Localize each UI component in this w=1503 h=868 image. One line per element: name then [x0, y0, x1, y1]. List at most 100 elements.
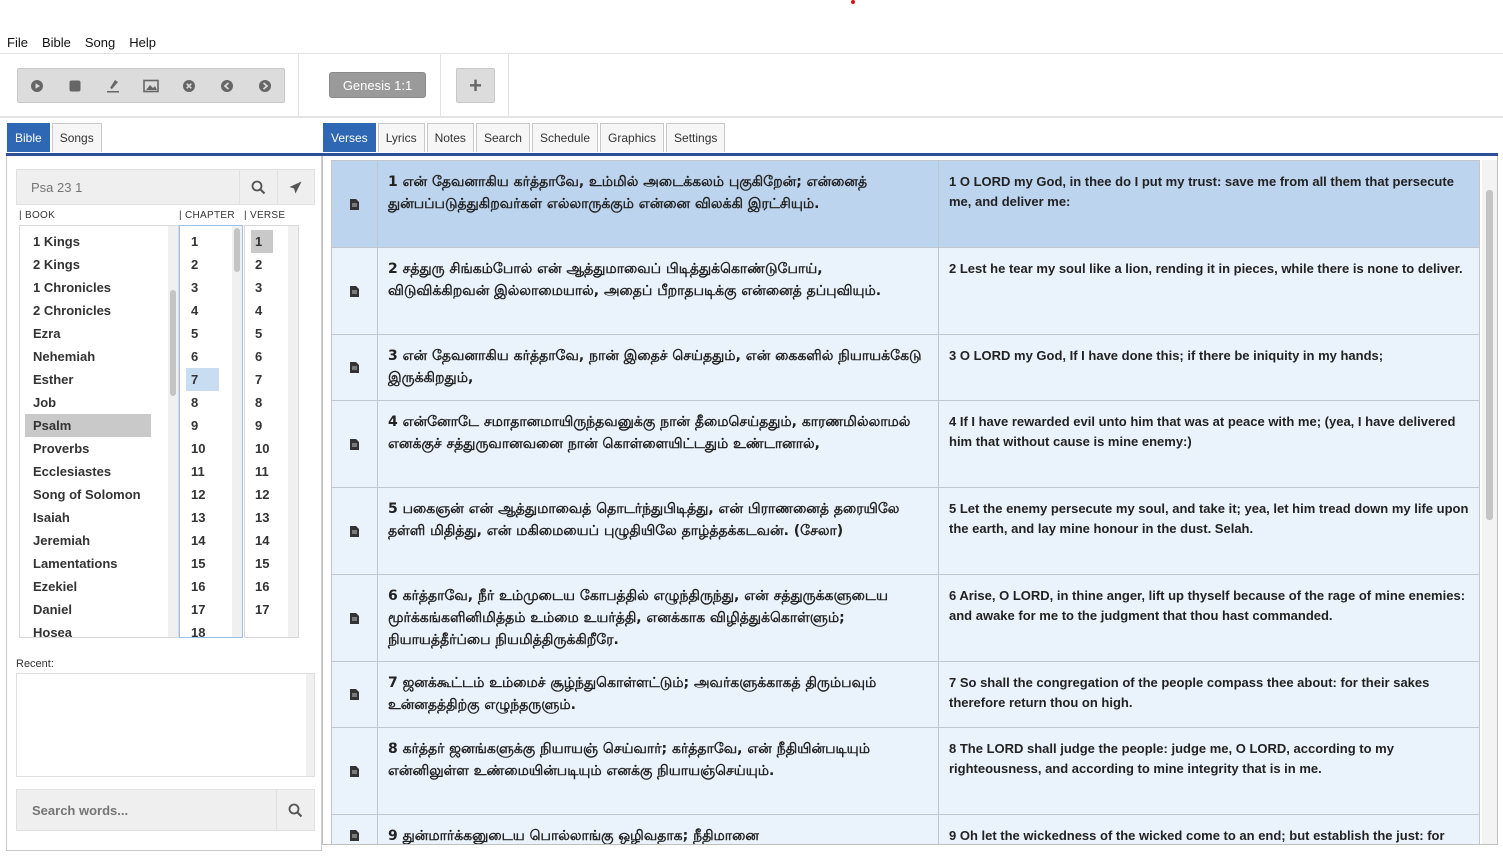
verses-scrollbar[interactable] — [1482, 160, 1497, 844]
chapter-list-item[interactable]: 13 — [186, 506, 219, 529]
add-button[interactable]: + — [456, 68, 495, 103]
book-list-item[interactable]: Proverbs — [25, 437, 151, 460]
verse-list-item[interactable]: 17 — [251, 598, 273, 621]
verse-row[interactable]: 9 துன்மார்க்கனுடைய பொல்லாங்கு ஒழிவதாக; ந… — [331, 815, 1480, 844]
book-list-item[interactable]: Hosea — [25, 621, 151, 637]
book-list-scrollbar[interactable] — [168, 226, 178, 637]
chapter-list-scrollbar[interactable] — [232, 226, 242, 637]
chapter-list-item[interactable]: 12 — [186, 483, 219, 506]
menu-song[interactable]: Song — [78, 33, 122, 53]
verse-document-icon[interactable] — [332, 662, 378, 727]
chapter-list-item[interactable]: 7 — [186, 368, 219, 391]
menu-file[interactable]: File — [0, 33, 35, 53]
verse-list-item[interactable]: 16 — [251, 575, 273, 598]
verse-list-item[interactable]: 13 — [251, 506, 273, 529]
book-list-item[interactable]: Daniel — [25, 598, 151, 621]
verse-list-item[interactable]: 4 — [251, 299, 273, 322]
chapter-list-item[interactable]: 15 — [186, 552, 219, 575]
chapter-list-item[interactable]: 4 — [186, 299, 219, 322]
next-button[interactable] — [246, 69, 284, 102]
verse-row[interactable]: 2 சத்துரு சிங்கம்போல் என் ஆத்துமாவைப் பி… — [331, 248, 1480, 335]
book-list-item[interactable]: 2 Kings — [25, 253, 151, 276]
chapter-list-item[interactable]: 1 — [186, 230, 219, 253]
book-list-item[interactable]: Ezekiel — [25, 575, 151, 598]
reference-search-input[interactable] — [17, 171, 240, 203]
book-list-item[interactable]: Song of Solomon — [25, 483, 151, 506]
verse-list-item[interactable]: 9 — [251, 414, 273, 437]
chapter-list-item[interactable]: 16 — [186, 575, 219, 598]
chapter-list-item[interactable]: 10 — [186, 437, 219, 460]
verse-document-icon[interactable] — [332, 488, 378, 574]
search-button[interactable] — [239, 170, 276, 204]
book-list-item[interactable]: Jeremiah — [25, 529, 151, 552]
verse-list-item[interactable]: 3 — [251, 276, 273, 299]
clear-button[interactable] — [170, 69, 208, 102]
stop-button[interactable] — [56, 69, 94, 102]
verse-list-item[interactable]: 10 — [251, 437, 273, 460]
chapter-list-item[interactable]: 18 — [186, 621, 219, 637]
chapter-list-item[interactable]: 2 — [186, 253, 219, 276]
chapter-list-item[interactable]: 8 — [186, 391, 219, 414]
verse-list-item[interactable]: 8 — [251, 391, 273, 414]
tab-lyrics[interactable]: Lyrics — [377, 123, 425, 152]
verse-list-item[interactable]: 14 — [251, 529, 273, 552]
book-list-item[interactable]: Lamentations — [25, 552, 151, 575]
chapter-list-item[interactable]: 14 — [186, 529, 219, 552]
verse-list-item[interactable]: 11 — [251, 460, 273, 483]
book-list-item[interactable]: 1 Kings — [25, 230, 151, 253]
chapter-list-item[interactable]: 11 — [186, 460, 219, 483]
verse-list-item[interactable]: 6 — [251, 345, 273, 368]
book-list-item[interactable]: Ecclesiastes — [25, 460, 151, 483]
verse-document-icon[interactable] — [332, 815, 378, 844]
chapter-list-item[interactable]: 9 — [186, 414, 219, 437]
recent-list-scrollbar[interactable] — [306, 674, 314, 776]
book-list-item[interactable]: Job — [25, 391, 151, 414]
tab-graphics[interactable]: Graphics — [600, 123, 665, 152]
book-list-item[interactable]: Ezra — [25, 322, 151, 345]
tab-settings[interactable]: Settings — [666, 123, 726, 152]
verse-row[interactable]: 8 கர்த்தர் ஜனங்களுக்கு நியாயஞ் செய்வார்;… — [331, 728, 1480, 815]
tab-verses[interactable]: Verses — [323, 123, 376, 152]
tab-bible[interactable]: Bible — [7, 123, 50, 152]
verse-row[interactable]: 7 ஜனக்கூட்டம் உம்மைச் சூழ்ந்துகொள்ளட்டும… — [331, 662, 1480, 728]
verse-row[interactable]: 1 என் தேவனாகிய கர்த்தாவே, உம்மில் அடைக்க… — [331, 160, 1480, 248]
verse-document-icon[interactable] — [332, 401, 378, 487]
tab-notes[interactable]: Notes — [426, 123, 474, 152]
verse-document-icon[interactable] — [332, 335, 378, 400]
recent-list[interactable] — [16, 673, 315, 777]
brush-button[interactable] — [94, 69, 132, 102]
menu-bible[interactable]: Bible — [35, 33, 78, 53]
verse-row[interactable]: 3 என் தேவனாகிய கர்த்தாவே, நான் இதைச் செய… — [331, 335, 1480, 401]
chapter-list-item[interactable]: 17 — [186, 598, 219, 621]
tab-schedule[interactable]: Schedule — [531, 123, 599, 152]
verse-list-item[interactable]: 7 — [251, 368, 273, 391]
previous-button[interactable] — [208, 69, 246, 102]
tab-songs[interactable]: Songs — [51, 123, 102, 152]
verse-list-item[interactable]: 5 — [251, 322, 273, 345]
play-button[interactable] — [18, 69, 56, 102]
menu-help[interactable]: Help — [122, 33, 163, 53]
verse-list-item[interactable]: 1 — [251, 230, 273, 253]
word-search-input[interactable] — [17, 793, 276, 827]
go-button[interactable] — [276, 170, 314, 204]
verse-document-icon[interactable] — [332, 161, 378, 247]
verse-list-item[interactable]: 12 — [251, 483, 273, 506]
book-list-item[interactable]: 2 Chronicles — [25, 299, 151, 322]
chapter-list-item[interactable]: 5 — [186, 322, 219, 345]
image-button[interactable] — [132, 69, 170, 102]
verse-row[interactable]: 5 பகைஞன் என் ஆத்துமாவைத் தொடர்ந்துபிடித்… — [331, 488, 1480, 575]
verse-document-icon[interactable] — [332, 575, 378, 661]
word-search-button[interactable] — [275, 790, 314, 830]
book-list-item[interactable]: 1 Chronicles — [25, 276, 151, 299]
verse-list-item[interactable]: 15 — [251, 552, 273, 575]
chapter-list-item[interactable]: 3 — [186, 276, 219, 299]
book-list-item[interactable]: Esther — [25, 368, 151, 391]
book-list-item[interactable]: Nehemiah — [25, 345, 151, 368]
verse-list-item[interactable]: 2 — [251, 253, 273, 276]
verse-row[interactable]: 6 கர்த்தாவே, நீர் உம்முடைய கோபத்தில் எழு… — [331, 575, 1480, 662]
tab-search[interactable]: Search — [475, 123, 530, 152]
verse-document-icon[interactable] — [332, 728, 378, 814]
verse-document-icon[interactable] — [332, 248, 378, 334]
current-reference-button[interactable]: Genesis 1:1 — [329, 72, 426, 98]
book-list-item[interactable]: Psalm — [25, 414, 151, 437]
